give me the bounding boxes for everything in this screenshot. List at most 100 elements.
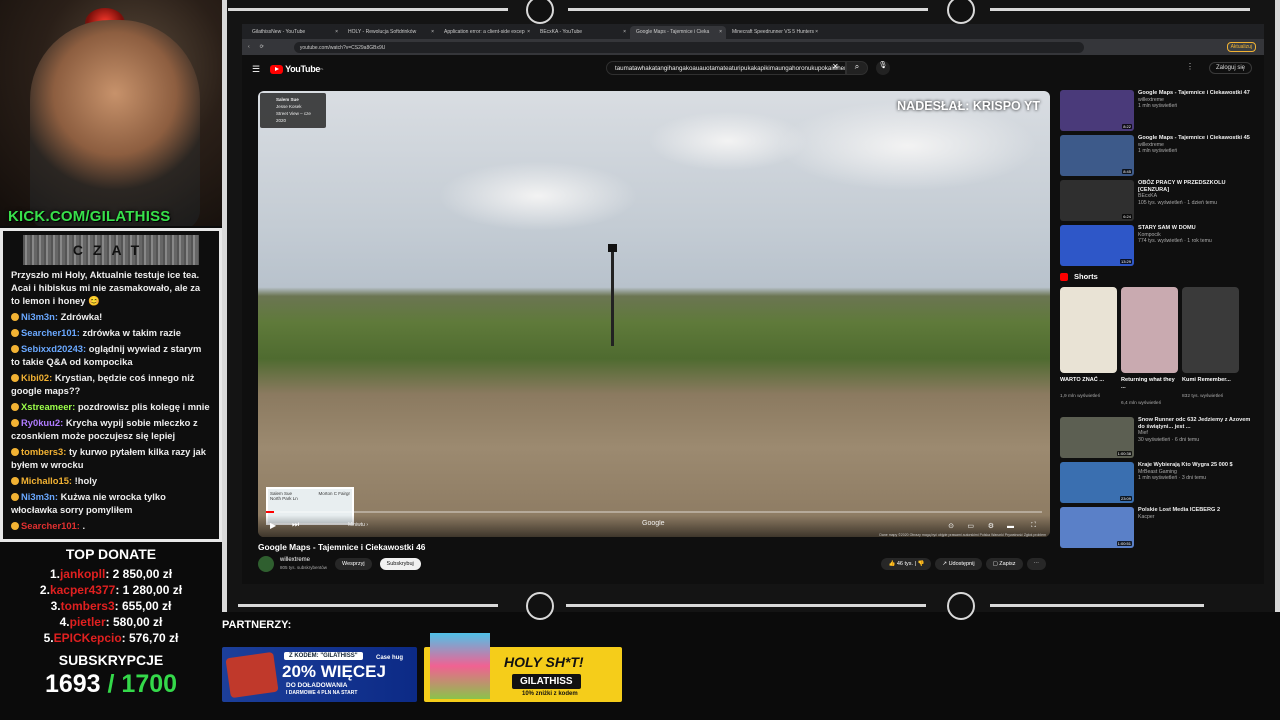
share-button[interactable]: ↗ Udostępnij [935,558,982,570]
video-thumbnail[interactable]: 6:24 [1060,180,1134,221]
donor-name: pietler [69,615,106,629]
recommended-video[interactable]: 8:22 Google Maps - Tajemnice i Ciekawostk… [1060,90,1256,131]
subscribe-button[interactable]: Subskrybuj [379,558,421,570]
short-thumbnail[interactable] [1121,287,1178,373]
browser-tab[interactable]: Application error: a client-side excep × [438,26,534,39]
tab-label: GilathissNew - YouTube [252,29,306,35]
short-item[interactable]: Returning what they ... 6,4 mln wyświetle… [1121,287,1178,409]
short-thumbnail[interactable] [1182,287,1239,373]
channel-avatar[interactable] [258,556,274,572]
chat-message: Sebixxd20243: oglądnij wywiad z starym t… [11,342,211,368]
video-title: Google Maps - Tajemnice i Ciekawostki 46 [258,542,426,552]
video-meta: Polskie Lost Media ICEBERG 2 Kacper [1138,507,1220,548]
video-meta: Google Maps - Tajemnice i Ciekawostki 45… [1138,135,1250,176]
chat-message: Ni3m3n: Zdrówka! [11,310,211,323]
youtube-logo[interactable]: YouTube PL [270,64,324,74]
video-title: Google Maps - Tajemnice i Ciekawostki 45 [1138,135,1250,141]
video-title: Google Maps - Tajemnice i Ciekawostki 47 [1138,90,1250,96]
menu-icon[interactable]: ☰ [252,64,260,75]
recommended-video[interactable]: 8:45 Google Maps - Tajemnice i Ciekawostk… [1060,135,1256,176]
case-image [225,651,279,699]
chat-messages: Przyszło mi Holy, Aktualnie testuje ice … [3,268,219,532]
autoplay-toggle-icon[interactable]: ⊙ [948,522,954,530]
recommended-video[interactable]: 6:24 OBÓZ PRACY W PRZEDSZKOLU [CENZURA] BE… [1060,180,1256,221]
subscriber-count: 805 tys. subskrybentów [280,565,328,570]
recommended-video[interactable]: 13:29 STARY SAM W DOMU Kompocik 774 tys. wy… [1060,225,1256,266]
chat-text: Zdrówka! [60,311,103,322]
chat-username: Ry0kuu2: [21,417,64,428]
settings-icon[interactable]: ⚙ [988,522,994,530]
channel-name[interactable]: willextreme [280,557,310,563]
signin-button[interactable]: Zaloguj się [1208,62,1252,74]
search-button[interactable]: ⌕ [846,61,868,75]
video-thumbnail[interactable]: 1:00:38 [1060,417,1134,458]
close-tab-icon[interactable]: × [431,29,434,35]
clear-search-icon[interactable]: ✕ [832,62,839,71]
minimap-toggle[interactable]: Miniwtu › [348,522,368,528]
back-icon[interactable]: ‹ [248,44,250,50]
player-controls: ▶ ⏭ Miniwtu › Google ⊙ ▭ ⚙ ▬ ⛶ Dane mapy… [258,515,1050,537]
tab-label: Google Maps - Tajemnice i Cieka [636,29,710,35]
close-tab-icon[interactable]: × [335,29,338,35]
video-thumbnail[interactable]: 13:29 [1060,225,1134,266]
donation-amount: 655,00 zł [122,599,172,613]
browser-tab[interactable]: GilathissNew - YouTube × [246,26,342,39]
search-input[interactable]: taumatawhakatangihangakoauauotamateaturi… [606,61,846,75]
browser-tab[interactable]: Google Maps - Tajemnice i Cieka × [630,26,726,39]
donation-amount: 576,70 zł [129,631,179,645]
browser-tab[interactable]: BEcxKA - YouTube × [534,26,630,39]
browser-window: GilathissNew - YouTube × HOLY - Rewolucja … [242,24,1264,584]
short-item[interactable]: Kumi Remember... 832 tys. wyświetleń [1182,287,1239,409]
subs-goal: SUBSKRYPCJE 1693 / 1700 [0,652,222,699]
fullscreen-icon[interactable]: ⛶ [1031,522,1036,530]
product-image [430,633,490,699]
more-icon[interactable]: ⋮ [1186,62,1194,71]
ad2-code: GILATHISS [512,674,581,689]
next-icon[interactable]: ⏭ [292,520,299,530]
video-progress[interactable] [266,511,1042,513]
close-tab-icon[interactable]: × [623,29,626,35]
play-icon[interactable]: ▶ [270,521,276,530]
chat-message: Ni3m3n: Kużwa nie wrocka tylko włocławka… [11,490,211,516]
video-thumbnail[interactable]: 1:00:51 [1060,507,1134,548]
browser-tab[interactable]: HOLY - Rewolucja Softdrinków × [342,26,438,39]
address-bar[interactable]: youtube.com/watch?v=CS29a8GBx9U [293,41,1084,53]
ad1-headline: 20% WIĘCEJ [282,662,386,681]
video-duration: 6:24 [1122,214,1132,219]
recommended-video[interactable]: 1:00:51 Polskie Lost Media ICEBERG 2 Kacpe… [1060,507,1256,548]
theater-icon[interactable]: ▬ [1007,523,1014,530]
recommended-video[interactable]: 23:09 Kraje Wybierają Kto Wygra 25 000 $ M… [1060,462,1256,503]
close-tab-icon[interactable]: × [527,29,530,35]
reload-icon[interactable]: ⟳ [260,44,264,50]
update-button[interactable]: Aktualizuj [1226,42,1256,52]
close-tab-icon[interactable]: × [719,29,722,35]
mic-icon[interactable]: 🎙 [876,61,890,75]
video-progress-fill [266,511,274,513]
google-watermark: Google [642,520,665,527]
more-actions-icon[interactable]: ⋯ [1026,558,1046,570]
ad1-line1: DO DOŁADOWANIA [286,682,348,689]
like-button[interactable]: 👍 46 tys. | 👎 [881,558,932,570]
cloud [778,101,1038,191]
subtitles-icon[interactable]: ▭ [967,522,974,530]
short-thumbnail[interactable] [1060,287,1117,373]
donation-rank: 5. [43,631,54,645]
chat-message: Przyszło mi Holy, Aktualnie testuje ice … [11,268,211,307]
short-item[interactable]: WARTO ZNAĆ ... 1,9 mln wyświetleń [1060,287,1117,409]
chat-text: Przyszło mi Holy, Aktualnie testuje ice … [11,269,201,306]
recommended-video[interactable]: 1:00:38 Snow Runner odc 632 Jedziemy z Az… [1060,417,1256,458]
save-button[interactable]: ▢ Zapisz [985,558,1023,570]
video-thumbnail[interactable]: 8:45 [1060,135,1134,176]
support-button[interactable]: Wesprzyj [335,558,372,570]
video-thumbnail[interactable]: 23:09 [1060,462,1134,503]
browser-tab[interactable]: Minecraft Speedrunner VS 5 Hunters × [726,26,822,39]
video-player[interactable]: NADESŁAŁ: KRISPO YT Salem Sue Jesse Kose… [258,91,1050,537]
video-duration: 8:22 [1122,124,1132,129]
video-thumbnail[interactable]: 8:22 [1060,90,1134,131]
frame-line [228,8,508,11]
close-tab-icon[interactable]: × [815,29,818,35]
chat-title: CZAT [23,235,199,265]
short-views: 832 tys. wyświetleń [1182,394,1224,399]
badge-icon [11,477,19,485]
badge-icon [11,448,19,456]
